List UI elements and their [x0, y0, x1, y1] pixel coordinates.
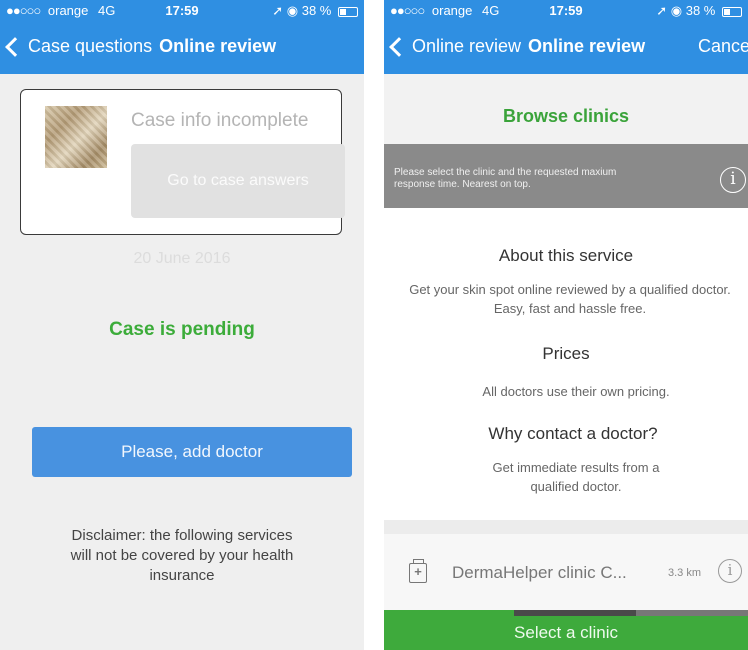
service-info: About this service Get your skin spot on…: [384, 208, 748, 520]
clinic-info-icon[interactable]: i: [718, 559, 742, 583]
battery-icon: [338, 6, 358, 17]
nav-title: Online review: [159, 36, 277, 56]
why-contact-text: Get immediate results from a qualified d…: [492, 460, 660, 494]
clinic-distance: 3.3 km: [668, 567, 702, 579]
back-button[interactable]: Online review Online review: [389, 36, 646, 57]
medical-kit-icon: [409, 559, 427, 583]
chevron-left-icon: [389, 37, 409, 57]
status-bar: ●●○○○ orange 4G 17:59 ➚ ◉ 38 %: [0, 0, 364, 20]
clinic-selection-hint: Please select the clinic and the request…: [384, 144, 748, 208]
prices-title: Prices: [542, 344, 590, 363]
info-icon[interactable]: i: [720, 167, 746, 193]
browse-clinics-header: Browse clinics: [384, 74, 748, 144]
back-button[interactable]: Case questions Online review: [5, 36, 277, 57]
back-label: Case questions: [28, 36, 153, 56]
location-icon: ➚: [656, 3, 668, 18]
clinic-name: DermaHelper clinic C...: [452, 563, 627, 582]
case-date: 20 June 2016: [133, 250, 231, 267]
section-divider: [384, 520, 748, 534]
screen-browse-clinics: ●●○○○ orange 4G 17:59 ➚ ◉ 38 % Online re…: [384, 0, 748, 650]
about-service-title: About this service: [498, 246, 634, 265]
status-right: ➚ ◉ 38 %: [272, 3, 358, 19]
nav-title: Online review: [528, 36, 646, 56]
status-bar: ●●○○○ orange 4G 17:59 ➚ ◉ 38 %: [384, 0, 748, 20]
battery-percent: 38 %: [301, 3, 332, 18]
alarm-icon: ◉: [670, 3, 683, 18]
case-status: Case info incomplete: [131, 110, 309, 131]
about-service-text: Get your skin spot online reviewed by a …: [409, 282, 731, 316]
prices-text: All doctors use their own pricing.: [482, 384, 670, 399]
status-right: ➚ ◉ 38 %: [656, 3, 742, 19]
insurance-disclaimer: Disclaimer: the following services will …: [70, 527, 294, 584]
cancel-button[interactable]: Cancel: [698, 36, 748, 57]
battery-percent: 38 %: [685, 3, 716, 18]
location-icon: ➚: [272, 3, 284, 18]
screen-online-review-case: ●●○○○ orange 4G 17:59 ➚ ◉ 38 % Case ques…: [0, 0, 364, 650]
back-label: Online review: [412, 36, 522, 56]
add-doctor-button[interactable]: Please, add doctor: [32, 427, 352, 477]
case-pending-label: Case is pending: [109, 319, 255, 340]
battery-icon: [722, 6, 742, 17]
case-card[interactable]: Case info incomplete Go to case answers: [20, 89, 345, 235]
alarm-icon: ◉: [286, 3, 299, 18]
nav-bar: Case questions Online review: [0, 20, 364, 74]
why-contact-title: Why contact a doctor?: [488, 424, 658, 443]
hint-text: Please select the clinic and the request…: [394, 167, 617, 190]
chevron-left-icon: [5, 37, 25, 57]
select-clinic-button[interactable]: Select a clinic: [384, 616, 748, 650]
go-to-case-answers-button[interactable]: Go to case answers: [131, 144, 345, 218]
skin-spot-thumbnail: [45, 106, 107, 168]
nav-bar: Online review Online review Cancel: [384, 20, 748, 74]
